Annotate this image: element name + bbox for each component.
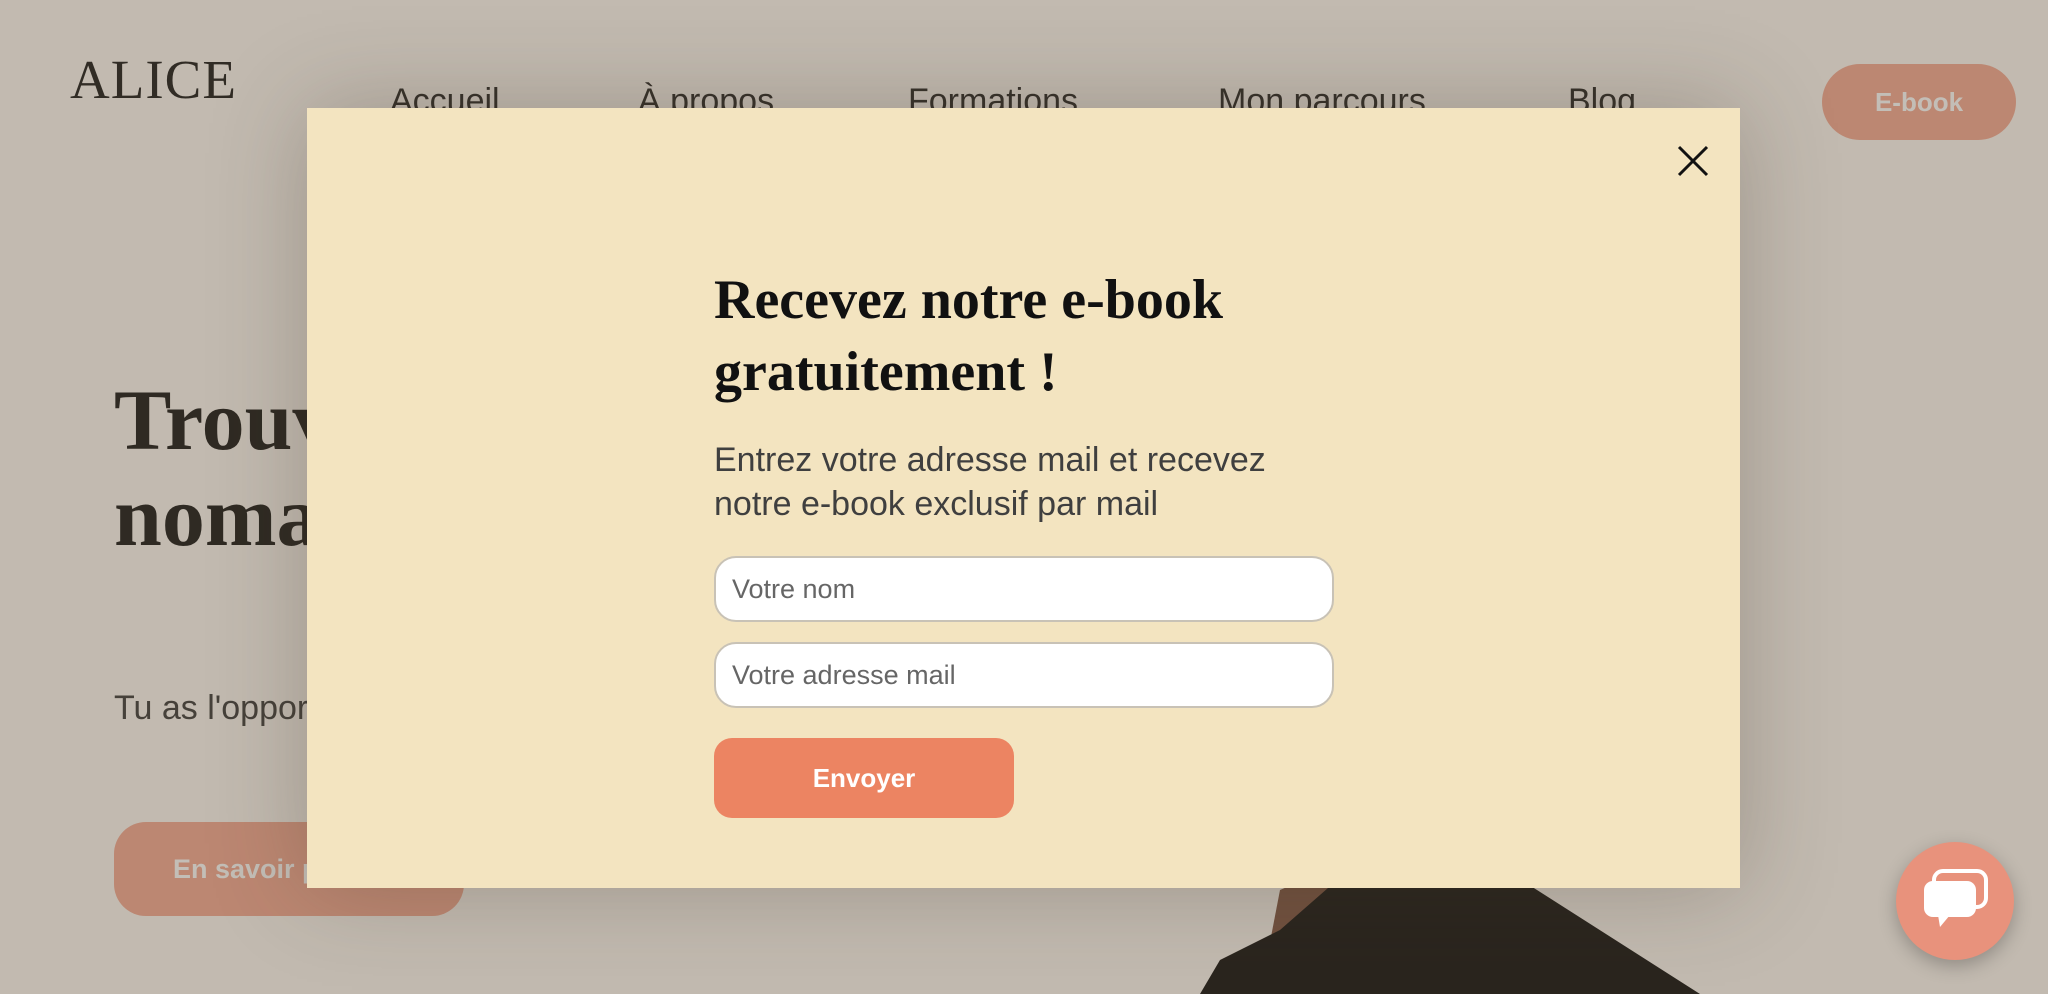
- chat-widget-button[interactable]: [1896, 842, 2014, 960]
- email-input[interactable]: [714, 642, 1334, 708]
- close-button[interactable]: [1670, 138, 1716, 184]
- modal-title: Recevez notre e-book gratuitement !: [714, 269, 1224, 403]
- submit-button[interactable]: Envoyer: [714, 738, 1014, 818]
- ebook-modal: Recevez notre e-book gratuitement ! Entr…: [307, 108, 1740, 888]
- close-icon: [1670, 138, 1716, 184]
- chat-bubble-icon: [1920, 867, 1990, 936]
- name-input[interactable]: [714, 556, 1334, 622]
- modal-description: Entrez votre adresse mail et recevez not…: [714, 441, 1266, 523]
